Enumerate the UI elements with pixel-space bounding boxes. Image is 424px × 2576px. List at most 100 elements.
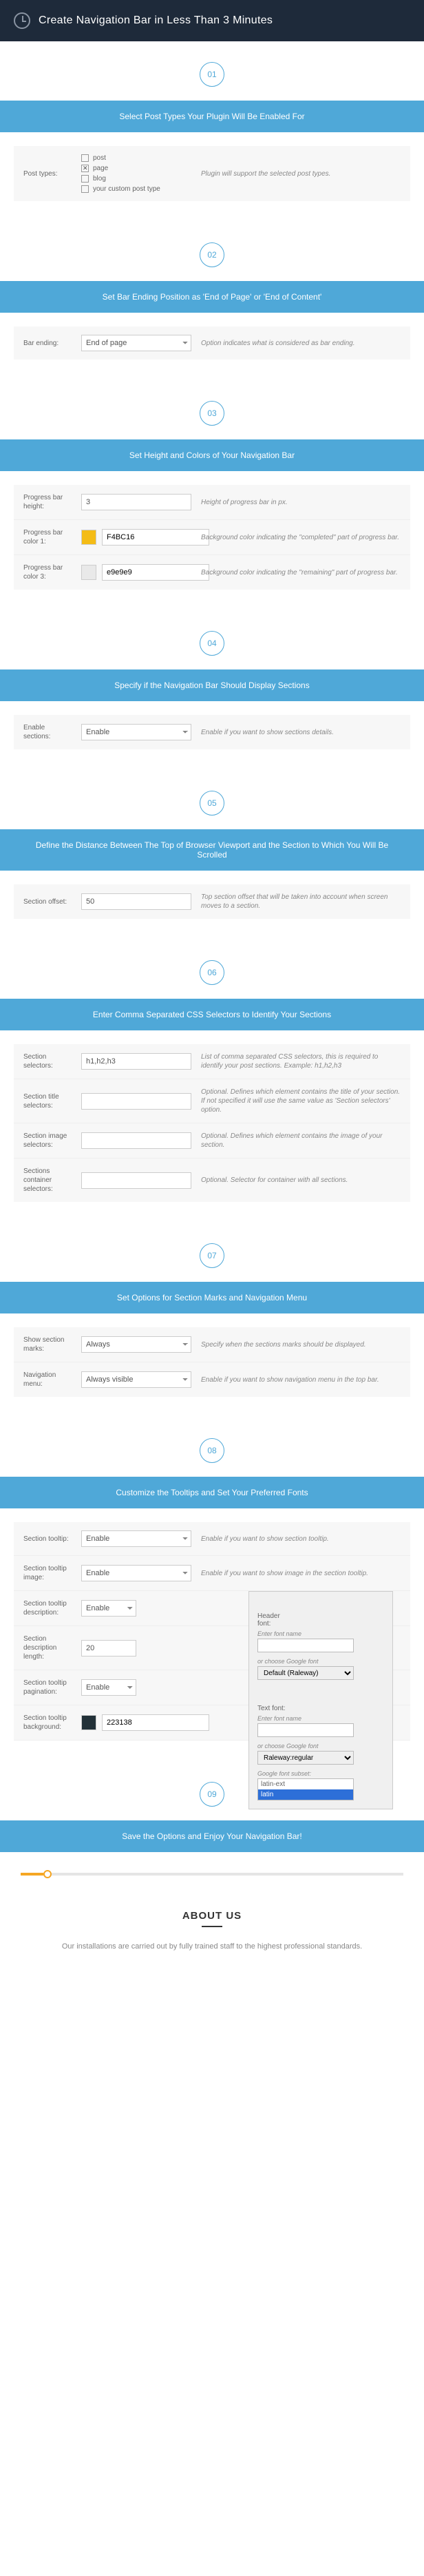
post-type-checkbox[interactable]: blog: [81, 175, 191, 183]
checkbox-label: post: [93, 154, 106, 162]
post-type-checkbox[interactable]: your custom post type: [81, 185, 191, 193]
section-title-selectors-help: Optional. Defines which element contains…: [201, 1088, 401, 1114]
step-heading: Enter Comma Separated CSS Selectors to I…: [0, 999, 424, 1030]
bar-color3-label: Progress bar color 3:: [23, 563, 72, 581]
section-selectors-label: Section selectors:: [23, 1052, 72, 1070]
header-font-input[interactable]: [257, 1639, 354, 1652]
enable-sections-label: Enable sections:: [23, 723, 72, 741]
post-type-checkbox[interactable]: post: [81, 154, 191, 162]
section-selectors-help: List of comma separated CSS selectors, t…: [201, 1052, 401, 1070]
text-font-google-select[interactable]: Raleway:regular: [257, 1751, 354, 1765]
step-04: 04 Specify if the Navigation Bar Should …: [0, 610, 424, 749]
about-section: ABOUT US Our installations are carried o…: [0, 1903, 424, 1980]
bar-color3-swatch[interactable]: [81, 565, 96, 580]
step-heading: Set Height and Colors of Your Navigation…: [0, 439, 424, 471]
step-badge: 02: [200, 242, 224, 267]
show-section-marks-help: Specify when the sections marks should b…: [201, 1340, 401, 1349]
section-tooltip-background-input[interactable]: [102, 1714, 209, 1731]
step-badge: 06: [200, 960, 224, 985]
header-font-google-select[interactable]: Default (Raleway): [257, 1666, 354, 1680]
step-badge: 01: [200, 62, 224, 87]
bar-height-input[interactable]: [81, 494, 191, 510]
section-tooltip-description-select[interactable]: Enable: [81, 1600, 136, 1617]
show-section-marks-label: Show section marks:: [23, 1336, 72, 1353]
enable-sections-select[interactable]: Enable: [81, 724, 191, 740]
section-tooltip-help: Enable if you want to show section toolt…: [201, 1535, 401, 1544]
section-description-length-input[interactable]: [81, 1640, 136, 1656]
clock-icon: [14, 12, 30, 29]
checkbox-label: blog: [93, 175, 106, 183]
bar-color1-input[interactable]: [102, 529, 209, 546]
section-tooltip-image-select[interactable]: Enable: [81, 1565, 191, 1581]
section-tooltip-pagination-label: Section tooltip pagination:: [23, 1679, 72, 1696]
step-05: 05 Define the Distance Between The Top o…: [0, 770, 424, 919]
step-01: 01 Select Post Types Your Plugin Will Be…: [0, 41, 424, 201]
text-font-caption1: Enter font name: [257, 1715, 354, 1722]
bar-color3-input[interactable]: [102, 564, 209, 581]
step-badge: 04: [200, 631, 224, 656]
checkbox-label: page: [93, 165, 108, 172]
step-heading: Define the Distance Between The Top of B…: [0, 829, 424, 871]
checkbox-icon[interactable]: [81, 165, 89, 172]
font-subset-list[interactable]: latin-extlatin: [257, 1778, 354, 1800]
text-font-label: Text font:: [257, 1705, 295, 1712]
section-image-selectors-input[interactable]: [81, 1132, 191, 1149]
section-tooltip-label: Section tooltip:: [23, 1535, 72, 1544]
sections-container-selectors-help: Optional. Selector for container with al…: [201, 1176, 401, 1185]
checkbox-label: your custom post type: [93, 185, 160, 193]
show-section-marks-select[interactable]: Always: [81, 1336, 191, 1353]
bar-ending-label: Bar ending:: [23, 339, 72, 348]
bar-ending-help: Option indicates what is considered as b…: [201, 339, 401, 348]
text-font-caption3: Google font subset:: [257, 1770, 354, 1777]
sections-container-selectors-input[interactable]: [81, 1172, 191, 1189]
section-selectors-input[interactable]: [81, 1053, 191, 1070]
header-font-caption1: Enter font name: [257, 1630, 354, 1637]
section-description-length-label: Section description length:: [23, 1634, 72, 1661]
hero-bar: Create Navigation Bar in Less Than 3 Min…: [0, 0, 424, 41]
section-image-selectors-help: Optional. Defines which element contains…: [201, 1132, 401, 1150]
about-text: Our installations are carried out by ful…: [28, 1941, 396, 1953]
step-heading: Customize the Tooltips and Set Your Pref…: [0, 1477, 424, 1508]
section-tooltip-pagination-select[interactable]: Enable: [81, 1679, 136, 1696]
progress-bar-marker: [43, 1870, 52, 1878]
post-types-label: Post types:: [23, 169, 72, 178]
section-tooltip-select[interactable]: Enable: [81, 1530, 191, 1547]
bar-color3-help: Background color indicating the "remaini…: [201, 568, 401, 577]
post-types-help: Plugin will support the selected post ty…: [201, 169, 401, 178]
step-07: 07 Set Options for Section Marks and Nav…: [0, 1223, 424, 1397]
step-03: 03 Set Height and Colors of Your Navigat…: [0, 380, 424, 590]
step-heading: Save the Options and Enjoy Your Navigati…: [0, 1820, 424, 1852]
navigation-menu-select[interactable]: Always visible: [81, 1371, 191, 1388]
about-title: ABOUT US: [182, 1910, 242, 1927]
bar-height-label: Progress bar height:: [23, 493, 72, 511]
bar-color1-help: Background color indicating the "complet…: [201, 533, 401, 542]
checkbox-icon[interactable]: [81, 154, 89, 162]
checkbox-icon[interactable]: [81, 175, 89, 183]
header-font-label: Header font:: [257, 1612, 295, 1628]
font-settings-popup: Header font: Enter font name or choose G…: [248, 1591, 393, 1809]
section-tooltip-description-label: Section tooltip description:: [23, 1599, 72, 1617]
bar-ending-select[interactable]: End of page: [81, 335, 191, 351]
section-offset-input[interactable]: [81, 893, 191, 910]
section-title-selectors-input[interactable]: [81, 1093, 191, 1110]
post-type-checkbox[interactable]: page: [81, 165, 191, 172]
section-tooltip-image-help: Enable if you want to show image in the …: [201, 1569, 401, 1578]
section-offset-label: Section offset:: [23, 897, 72, 906]
step-badge: 07: [200, 1243, 224, 1268]
bar-color1-swatch[interactable]: [81, 530, 96, 545]
font-subset-option[interactable]: latin-ext: [258, 1779, 353, 1789]
step-badge: 03: [200, 401, 224, 426]
section-offset-help: Top section offset that will be taken in…: [201, 893, 401, 911]
section-tooltip-background-swatch[interactable]: [81, 1715, 96, 1730]
step-badge: 08: [200, 1438, 224, 1463]
navigation-menu-help: Enable if you want to show navigation me…: [201, 1375, 401, 1384]
bar-color1-label: Progress bar color 1:: [23, 528, 72, 546]
section-image-selectors-label: Section image selectors:: [23, 1132, 72, 1150]
text-font-input[interactable]: [257, 1723, 354, 1737]
step-02: 02 Set Bar Ending Position as 'End of Pa…: [0, 222, 424, 360]
checkbox-icon[interactable]: [81, 185, 89, 193]
header-font-caption2: or choose Google font: [257, 1658, 354, 1665]
step-heading: Select Post Types Your Plugin Will Be En…: [0, 101, 424, 132]
section-tooltip-image-label: Section tooltip image:: [23, 1564, 72, 1582]
font-subset-option[interactable]: latin: [258, 1789, 353, 1800]
